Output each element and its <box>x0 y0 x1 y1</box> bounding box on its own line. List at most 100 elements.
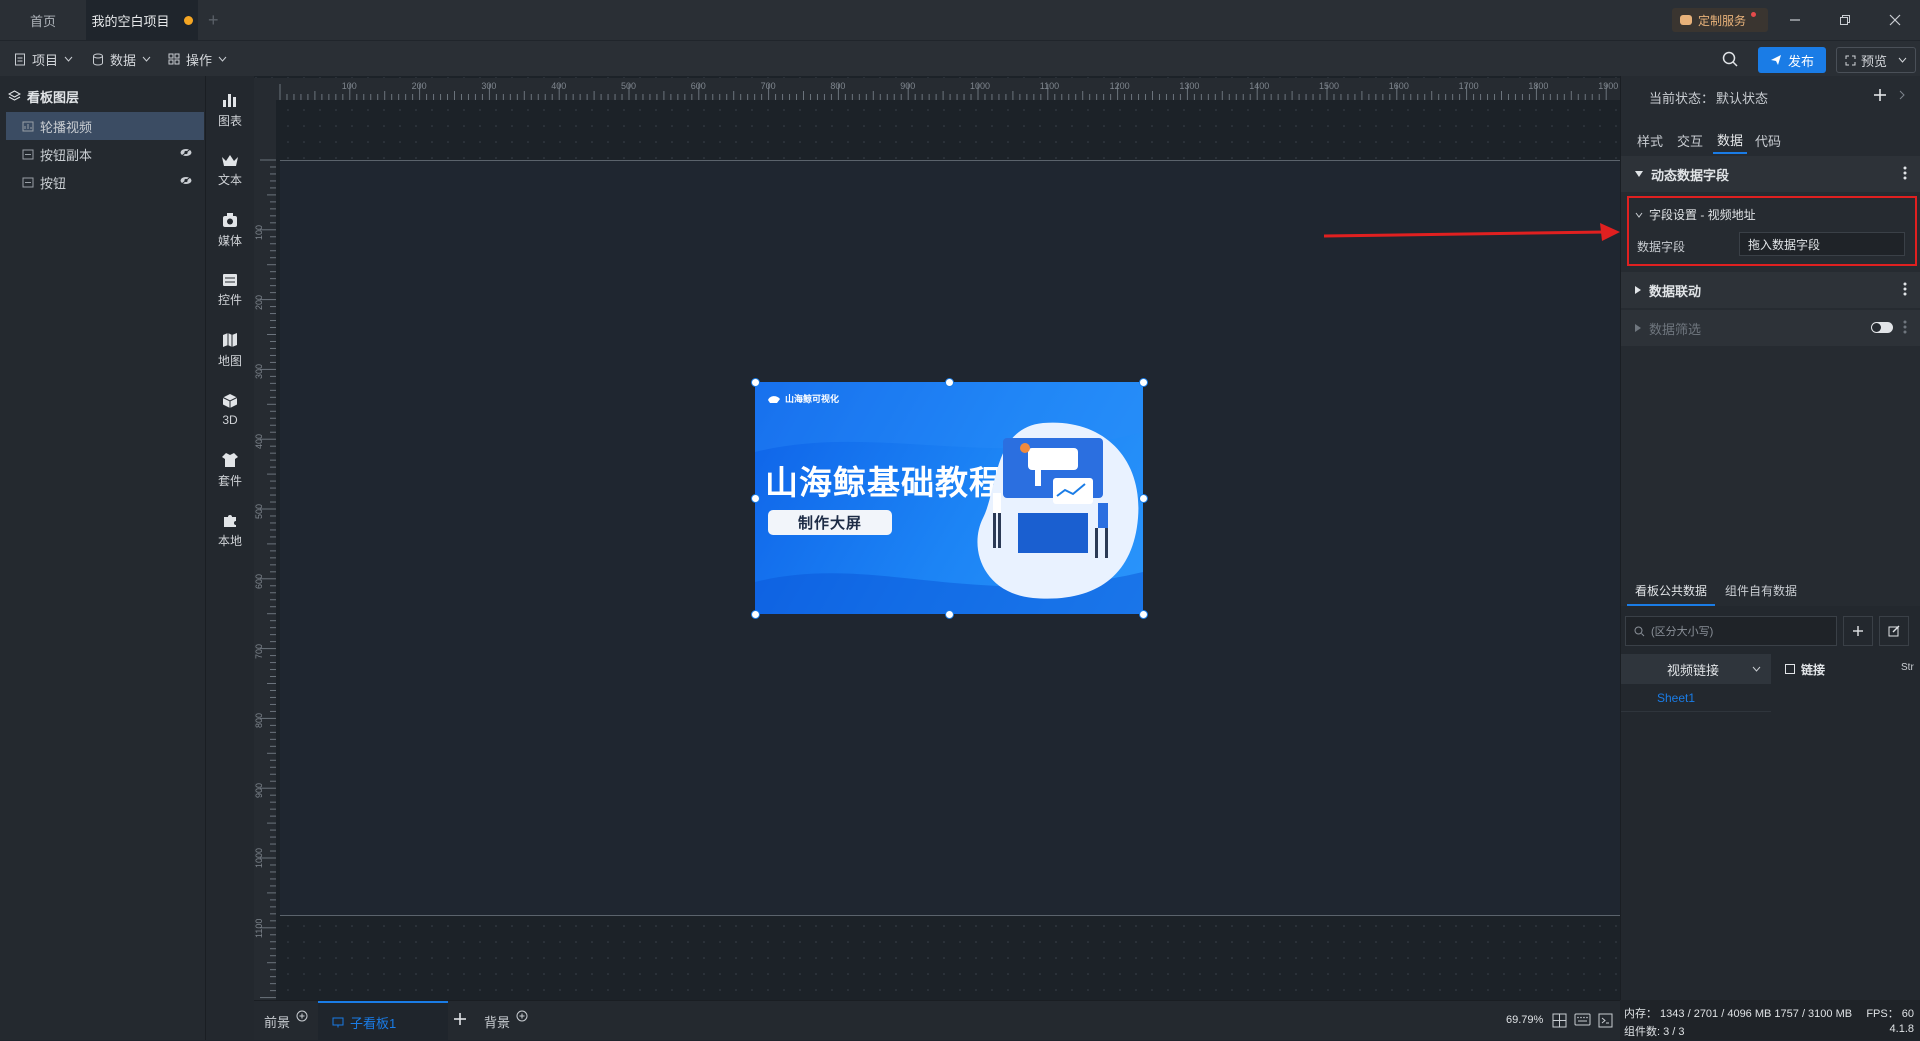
version-label: 4.1.8 <box>1889 1023 1914 1035</box>
data-search-input[interactable]: (区分大小写) <box>1625 616 1837 646</box>
tab-component-own-data[interactable]: 组件自有数据 <box>1725 582 1797 599</box>
comp-text[interactable]: 文本 <box>206 140 254 200</box>
hidden-eye-icon[interactable] <box>180 176 192 185</box>
resize-handle-se[interactable] <box>1139 610 1148 619</box>
ruler-left-label: 500 <box>254 503 264 519</box>
more-icon[interactable] <box>1903 320 1907 334</box>
resize-handle-e[interactable] <box>1139 494 1148 503</box>
section-dynamic-field[interactable]: 动态数据字段 <box>1621 156 1920 192</box>
tab-foreground[interactable]: 前景 <box>264 1001 308 1041</box>
column-link[interactable]: 链接 <box>1771 654 1920 684</box>
ruler-top-label: 200 <box>411 81 427 91</box>
comp-map[interactable]: 地图 <box>206 320 254 380</box>
minimize-icon[interactable] <box>1770 0 1820 40</box>
checkbox[interactable] <box>1785 664 1795 674</box>
comp-local[interactable]: 本地 <box>206 500 254 560</box>
ruler-left-label: 100 <box>254 224 264 240</box>
menu-project[interactable]: 项目 <box>14 41 73 77</box>
tab-interaction[interactable]: 交互 <box>1677 126 1703 154</box>
tab-home[interactable]: 首页 <box>0 0 86 40</box>
restore-icon[interactable] <box>1820 0 1870 40</box>
resize-handle-nw[interactable] <box>751 378 760 387</box>
tab-style[interactable]: 样式 <box>1637 126 1663 154</box>
menu-data[interactable]: 数据 <box>92 41 151 77</box>
keyboard-icon[interactable] <box>1574 1013 1591 1026</box>
table-select[interactable]: 视频链接 <box>1621 654 1771 684</box>
more-icon[interactable] <box>1903 166 1907 180</box>
section-data-filter[interactable]: 数据筛选 <box>1621 310 1920 346</box>
edit-data-button[interactable] <box>1879 616 1909 646</box>
comp-suite[interactable]: 套件 <box>206 440 254 500</box>
comp-control[interactable]: 控件 <box>206 260 254 320</box>
sheet-item[interactable]: Sheet1 <box>1621 684 1771 712</box>
ruler-top-label: 1400 <box>1249 81 1270 91</box>
tab-board-public-data[interactable]: 看板公共数据 <box>1627 582 1716 606</box>
add-circle-icon[interactable] <box>296 1010 308 1022</box>
layer-item-button[interactable]: 按钮 <box>6 168 204 196</box>
resize-handle-w[interactable] <box>751 494 760 503</box>
tab-background[interactable]: 背景 <box>484 1001 528 1041</box>
resize-handle-ne[interactable] <box>1139 378 1148 387</box>
tab-project[interactable]: 我的空白项目 <box>86 0 198 40</box>
ruler-top-label: 100 <box>341 81 357 91</box>
tab-board-public-data-label: 看板公共数据 <box>1635 584 1708 598</box>
chevron-down-icon <box>1898 57 1907 63</box>
layer-item-carousel-video[interactable]: 轮播视频 <box>6 112 204 140</box>
search-icon[interactable] <box>1722 51 1738 67</box>
add-data-button[interactable] <box>1843 616 1873 646</box>
layer-item-label: 按钮副本 <box>40 147 93 163</box>
tab-foreground-label: 前景 <box>264 1014 291 1030</box>
ruler-left-label: 400 <box>254 434 264 450</box>
tab-data[interactable]: 数据 <box>1713 126 1748 154</box>
menu-operate[interactable]: 操作 <box>168 41 227 77</box>
carousel-video-component[interactable]: 山海鲸可视化 山海鲸基础教程 制作大屏 <box>755 382 1143 614</box>
hidden-eye-icon[interactable] <box>180 148 192 157</box>
menu-operate-label: 操作 <box>186 52 213 68</box>
caret-right-icon <box>1635 286 1641 294</box>
toolbar: 项目 数据 操作 发布 预览 <box>0 40 1920 76</box>
layer-item-button-copy[interactable]: 按钮副本 <box>6 140 204 168</box>
resize-handle-n[interactable] <box>945 378 954 387</box>
more-icon[interactable] <box>1903 282 1907 296</box>
comp-media[interactable]: 媒体 <box>206 200 254 260</box>
status-bar: 内存： 1343 / 2701 / 4096 MB 1757 / 3100 MB… <box>1620 1000 1920 1040</box>
component-bar: 图表 文本 媒体 控件 地图 3D 套件 本地 <box>206 76 254 1040</box>
state-label: 当前状态： <box>1649 91 1715 106</box>
close-icon[interactable] <box>1870 0 1920 40</box>
layer-title-label: 看板图层 <box>27 89 80 105</box>
preview-button[interactable]: 预览 <box>1836 47 1916 73</box>
column-type-label: Str <box>1901 662 1914 673</box>
publish-button[interactable]: 发布 <box>1758 47 1826 73</box>
ruler-top-label: 1100 <box>1039 81 1060 91</box>
ruler-top-label: 800 <box>830 81 846 91</box>
add-board-icon[interactable] <box>452 1011 468 1027</box>
tab-sub-board[interactable]: 子看板1 <box>318 1001 448 1041</box>
tab-data-label: 数据 <box>1717 132 1744 148</box>
text-crown-icon <box>222 154 238 166</box>
ruler-left-label: 200 <box>254 294 264 310</box>
terminal-icon[interactable] <box>1598 1013 1613 1028</box>
tab-code[interactable]: 代码 <box>1755 126 1781 154</box>
data-field-dropzone[interactable]: 拖入数据字段 <box>1739 232 1905 256</box>
fit-screen-icon[interactable] <box>1552 1013 1567 1028</box>
comp-3d[interactable]: 3D <box>206 380 254 440</box>
custom-service-button[interactable]: 定制服务 <box>1672 8 1768 32</box>
comp-label: 地图 <box>217 353 242 368</box>
data-field-placeholder: 拖入数据字段 <box>1748 237 1821 252</box>
field-setting-title[interactable]: 字段设置 - 视频地址 <box>1635 206 1756 223</box>
chevron-right-icon[interactable] <box>1899 90 1905 100</box>
comp-chart[interactable]: 图表 <box>206 80 254 140</box>
new-tab-icon[interactable]: + <box>208 10 219 31</box>
resize-handle-sw[interactable] <box>751 610 760 619</box>
ruler-top-label: 1000 <box>970 81 991 91</box>
filter-toggle[interactable] <box>1871 322 1893 333</box>
add-circle-icon[interactable] <box>516 1010 528 1022</box>
chevron-down-icon <box>218 56 227 62</box>
button-layer-icon <box>22 149 34 159</box>
zoom-level[interactable]: 69.79% <box>1506 1014 1543 1026</box>
banner-illustration <box>977 422 1139 599</box>
resize-handle-s[interactable] <box>945 610 954 619</box>
state-value[interactable]: 默认状态 <box>1716 88 1768 107</box>
section-data-linkage[interactable]: 数据联动 <box>1621 272 1920 308</box>
add-state-icon[interactable] <box>1873 88 1887 102</box>
